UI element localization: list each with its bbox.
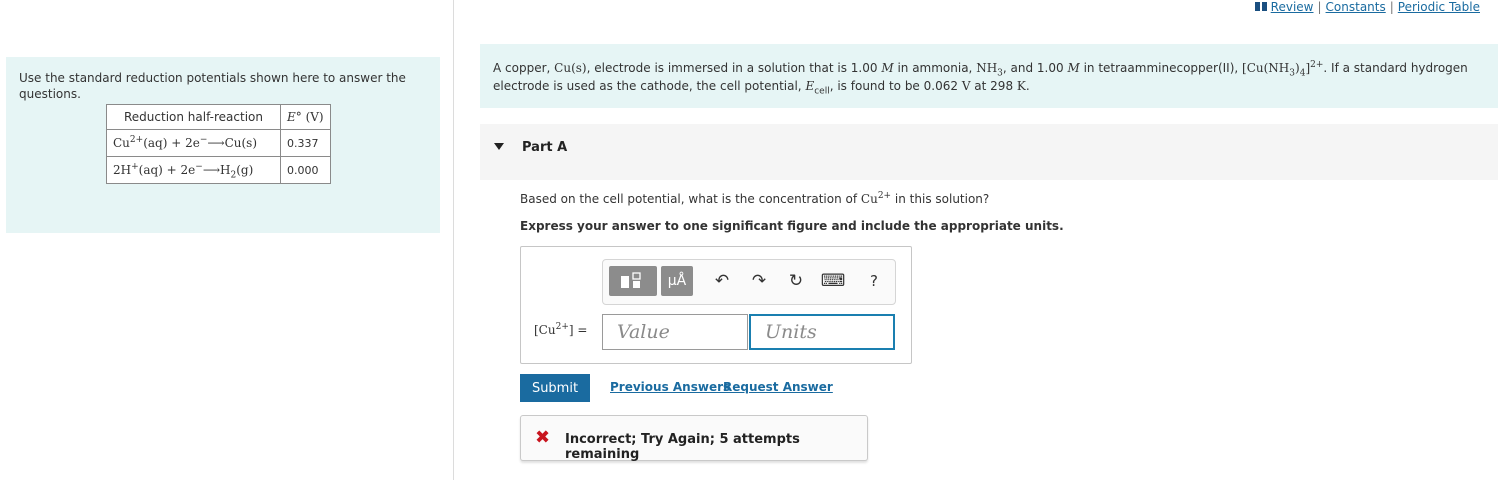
collapse-arrow-icon[interactable]	[494, 143, 504, 150]
part-title: Part A	[522, 140, 568, 155]
kelvin-unit: K	[1016, 79, 1026, 93]
reactant-charge: +	[131, 162, 139, 172]
reference-panel: Use the standard reduction potentials sh…	[6, 57, 440, 233]
text: at 298	[970, 79, 1017, 93]
panel-intro: Use the standard reduction potentials sh…	[19, 71, 406, 101]
reactant-charge: 2+	[129, 135, 144, 145]
link-separator: |	[1389, 0, 1394, 14]
label-charge: 2+	[555, 322, 569, 332]
periodic-table-link[interactable]: Periodic Table	[1398, 0, 1480, 14]
column-divider	[453, 0, 454, 480]
reactant: Cu	[113, 136, 130, 150]
table-row: Cu2+(aq) + 2e−⟶Cu(s) 0.337	[106, 129, 331, 157]
reset-icon[interactable]: ↻	[781, 265, 811, 297]
half-reaction-cell: Cu2+(aq) + 2e−⟶Cu(s)	[106, 129, 281, 157]
feedback-box: ✖ Incorrect; Try Again; 5 attempts remai…	[520, 415, 868, 462]
reaction-middle: (aq) + 2e	[138, 163, 196, 177]
formula-charge: 2+	[1310, 60, 1324, 70]
top-links: Review | Constants | Periodic Table	[1254, 0, 1480, 14]
keyboard-icon[interactable]: ⌨	[818, 265, 848, 297]
answer-box: μÅ ↶ ↷ ↻ ⌨ ? [Cu2+] =	[520, 246, 912, 364]
previous-answers-link[interactable]: Previous Answers	[610, 380, 730, 394]
table-row: 2H+(aq) + 2e−⟶H2(g) 0.000	[106, 156, 331, 184]
feedback-text: Incorrect; Try Again; 5 attempts remaini…	[565, 432, 800, 462]
text: , and 1.00	[1002, 61, 1068, 75]
electron-charge: −	[195, 162, 203, 172]
product: H	[220, 163, 231, 177]
book-icon	[1254, 2, 1267, 11]
label-part: [Cu	[534, 323, 556, 337]
label-part: ] =	[568, 323, 588, 337]
problem-text: A copper, Cu(s), electrode is immersed i…	[493, 59, 1483, 97]
text: , electrode is immersed in a solution th…	[586, 61, 882, 75]
reaction-arrow: ⟶	[202, 163, 221, 177]
units-input[interactable]	[749, 314, 895, 350]
reduction-potentials-table: Reduction half-reaction E° (V) Cu2+(aq) …	[106, 104, 331, 184]
e-standard-symbol: E°	[286, 110, 302, 124]
half-reaction-cell: 2H+(aq) + 2e−⟶H2(g)	[106, 156, 281, 184]
product-phase: (g)	[236, 163, 254, 177]
part-a-header[interactable]: Part A	[480, 124, 1498, 180]
formula: [Cu(NH	[1242, 61, 1290, 75]
molar-unit: M	[881, 61, 894, 75]
formula: Cu(s)	[554, 61, 587, 75]
ecell-symbol: E	[805, 79, 815, 93]
ecell-subscript: cell	[814, 86, 830, 97]
request-answer-link[interactable]: Request Answer	[723, 380, 833, 394]
answer-label: [Cu2+] =	[534, 322, 588, 338]
text: in ammonia,	[893, 61, 977, 75]
error-x-icon: ✖	[535, 427, 551, 448]
review-link[interactable]: Review	[1271, 0, 1314, 14]
product: Cu(s)	[224, 136, 258, 150]
link-separator: |	[1317, 0, 1322, 14]
redo-icon[interactable]: ↷	[744, 265, 774, 297]
formula: Cu	[860, 192, 878, 206]
constants-link[interactable]: Constants	[1326, 0, 1386, 14]
table-header-row: Reduction half-reaction E° (V)	[106, 104, 331, 130]
reaction-middle: (aq) + 2e	[143, 136, 200, 150]
templates-button[interactable]	[609, 266, 657, 296]
units-button[interactable]: μÅ	[661, 266, 693, 296]
potential-value: 0.337	[279, 129, 331, 157]
text: .	[1025, 79, 1030, 93]
text: , is found to be 0.062	[829, 79, 962, 93]
text: Based on the cell potential, what is the…	[520, 192, 861, 206]
formula-charge: 2+	[877, 191, 892, 201]
problem-statement-box: A copper, Cu(s), electrode is immersed i…	[480, 44, 1498, 108]
math-toolbar: μÅ ↶ ↷ ↻ ⌨ ?	[602, 259, 896, 305]
text: A copper,	[493, 61, 555, 75]
header-potential: E° (V)	[279, 104, 331, 130]
potential-value: 0.000	[279, 156, 331, 184]
instruction-text: Express your answer to one significant f…	[520, 219, 1064, 233]
molar-unit: M	[1067, 61, 1080, 75]
text: in tetraamminecopper(II),	[1079, 61, 1243, 75]
undo-icon[interactable]: ↶	[707, 265, 737, 297]
value-input[interactable]	[602, 314, 748, 350]
reactant: 2H	[113, 163, 132, 177]
submit-button[interactable]: Submit	[520, 374, 590, 402]
text: in this solution?	[891, 192, 990, 206]
formula: NH	[976, 61, 998, 75]
template-icon	[621, 272, 641, 288]
question-text: Based on the cell potential, what is the…	[520, 191, 990, 207]
header-reaction: Reduction half-reaction	[106, 104, 281, 130]
potential-unit: (V)	[305, 110, 324, 124]
help-button[interactable]: ?	[859, 265, 889, 297]
reaction-arrow: ⟶	[207, 136, 225, 150]
